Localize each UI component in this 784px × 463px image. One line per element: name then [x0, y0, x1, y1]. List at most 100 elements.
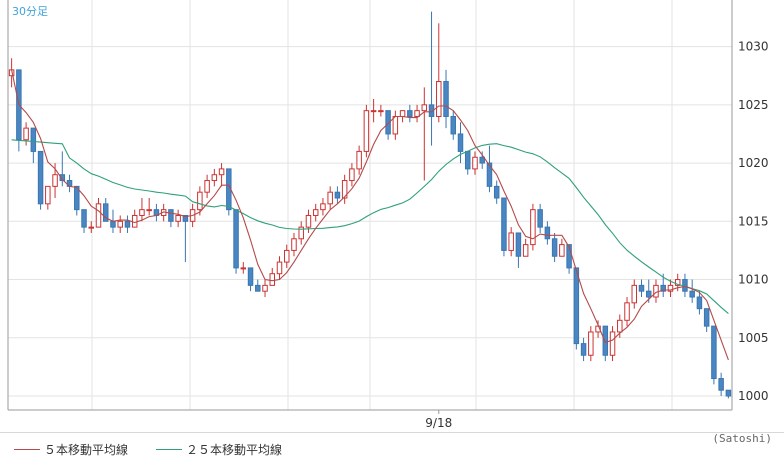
y-tick-label: 1015	[738, 214, 769, 228]
x-tick-label: 9/18	[425, 416, 452, 430]
candle	[255, 279, 261, 292]
candle-body	[450, 115, 457, 135]
candle	[175, 209, 181, 228]
candle-body	[472, 156, 478, 170]
legend: ５本移動平均線 ２５本移動平均線	[0, 432, 784, 463]
candle	[349, 163, 355, 187]
candle-body	[262, 284, 268, 292]
candle-body	[638, 284, 645, 292]
candle	[718, 372, 724, 397]
timeframe-label: 30分足	[12, 5, 48, 18]
candle	[588, 326, 594, 362]
candle-body	[240, 267, 247, 270]
candle	[276, 256, 283, 280]
candle	[508, 227, 514, 257]
candle	[414, 104, 420, 123]
candle-body	[320, 203, 326, 211]
grid	[8, 0, 732, 410]
candle-body	[443, 81, 449, 117]
candle-body	[334, 191, 341, 199]
candle	[8, 58, 15, 88]
candle-body	[356, 150, 362, 170]
candle	[493, 180, 500, 204]
candle-body	[544, 226, 551, 240]
price-chart: 1000 1005 1010 1015 1020 1025 1030 9/18 30分足	[7, 0, 769, 430]
candle-body	[725, 389, 732, 397]
candle-body	[52, 174, 58, 187]
candle-body	[146, 209, 152, 212]
y-tick-label: 1010	[738, 273, 769, 287]
candle	[320, 198, 326, 216]
candle	[711, 325, 717, 385]
candle	[530, 203, 536, 251]
candle-body	[247, 267, 254, 286]
legend-item-ma5: ５本移動平均線	[14, 441, 128, 458]
candle	[66, 174, 73, 193]
candle-body	[291, 238, 297, 251]
y-tick-label: 1000	[738, 389, 769, 403]
candle-body	[624, 302, 630, 321]
candle	[74, 185, 80, 216]
candle	[609, 326, 616, 362]
candle-body	[276, 261, 283, 275]
candle-body	[23, 127, 29, 141]
candle	[218, 163, 225, 187]
candle	[45, 185, 51, 210]
candle-body	[269, 273, 276, 286]
legend-item-ma25: ２５本移動平均線	[156, 441, 282, 458]
candle	[81, 209, 87, 233]
candle	[168, 209, 174, 228]
candle-body	[696, 296, 703, 310]
candle-body	[493, 185, 500, 199]
candle	[544, 221, 551, 245]
candle-body	[580, 343, 587, 356]
candle-body	[602, 325, 609, 356]
candle	[312, 203, 319, 222]
candle	[131, 209, 138, 228]
candle-body	[378, 110, 384, 113]
candle	[501, 197, 507, 257]
candle	[240, 262, 247, 274]
candle	[573, 267, 580, 350]
candle-body	[349, 168, 355, 182]
candle	[146, 198, 152, 216]
candle-body	[718, 378, 724, 391]
candle-body	[30, 127, 37, 152]
candle-body	[117, 220, 123, 228]
candle-body	[551, 238, 558, 257]
credit-label: (Satoshi)	[712, 432, 772, 445]
candle	[334, 186, 341, 204]
candle-body	[407, 110, 413, 117]
candle-body	[653, 284, 659, 298]
candle-body	[559, 244, 565, 257]
candle	[407, 104, 413, 123]
candle-body	[139, 209, 145, 216]
candle-body	[88, 226, 95, 229]
candle-body	[175, 214, 181, 222]
candle-body	[45, 185, 51, 205]
candle	[117, 215, 123, 233]
candle	[638, 279, 645, 298]
candle-body	[457, 133, 464, 152]
candle-body	[37, 150, 44, 205]
candle	[457, 122, 464, 164]
candle	[464, 150, 471, 175]
candle-body	[464, 150, 471, 170]
candle	[653, 279, 659, 303]
axes: 1000 1005 1010 1015 1020 1025 1030 9/18	[7, 0, 769, 430]
candle	[356, 145, 362, 175]
candle-body	[95, 203, 102, 228]
candle	[602, 325, 609, 362]
candle	[580, 337, 587, 362]
candle	[262, 279, 268, 298]
candle	[37, 150, 44, 210]
candle	[689, 279, 695, 303]
legend-label-ma25: ２５本移動平均線	[186, 443, 283, 457]
candle-body	[421, 104, 428, 112]
candle-body	[312, 209, 319, 216]
candle-body	[197, 191, 203, 211]
candle-body	[363, 110, 370, 152]
candle	[233, 209, 239, 274]
candle	[327, 186, 333, 210]
legend-swatch-ma5	[14, 449, 40, 450]
